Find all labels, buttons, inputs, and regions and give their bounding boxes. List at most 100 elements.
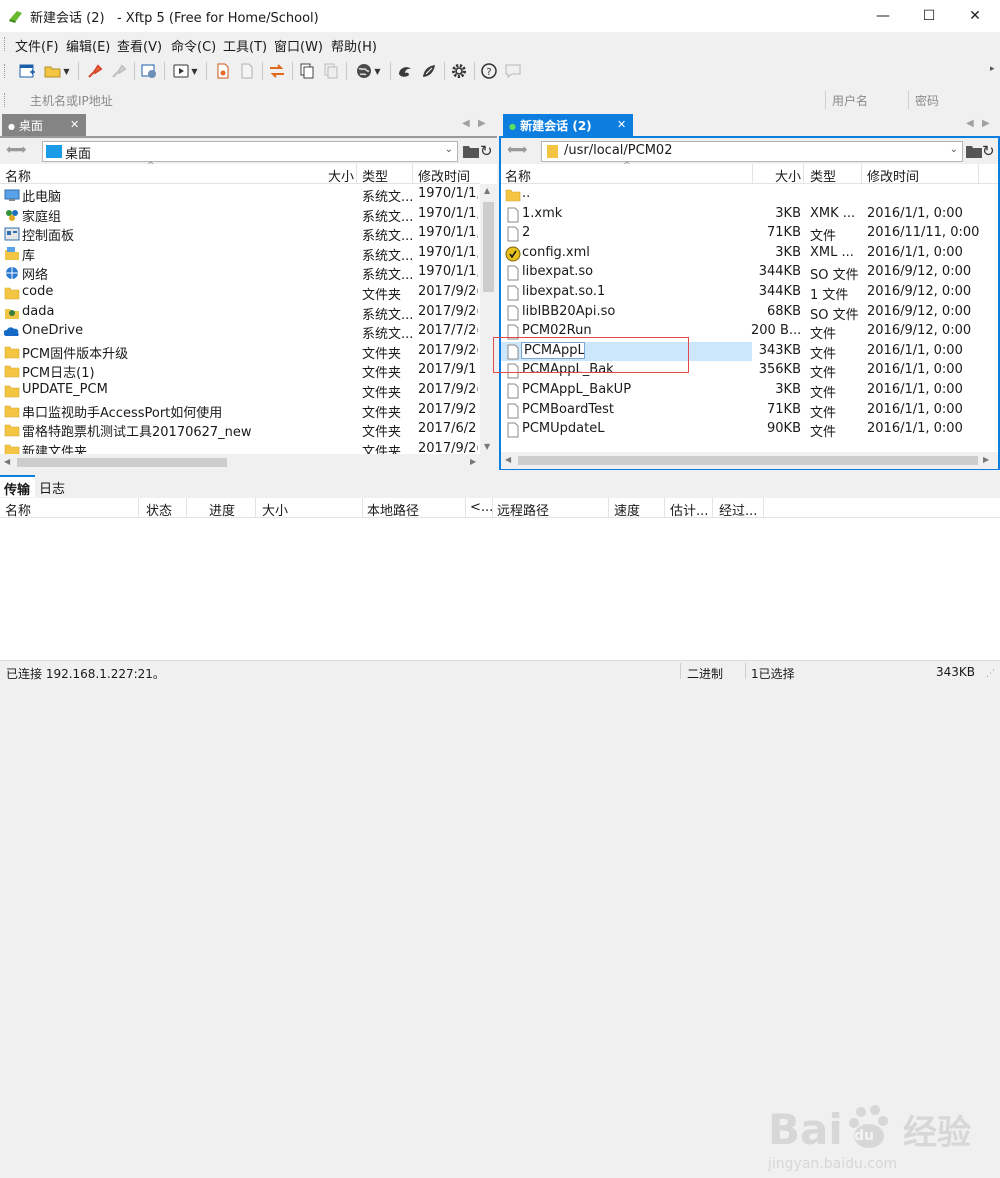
menu-tools[interactable]: 工具(T) [223,36,267,55]
file-row[interactable]: .. [501,184,998,204]
file-row[interactable]: OneDrive 系统文... 2017/7/2( [0,321,480,342]
file-row[interactable]: UPDATE_PCM 文件夹 2017/9/2( [0,380,480,401]
file-row[interactable]: 1.xmk 3KB XMK ... 2016/1/1, 0:00 [501,204,998,224]
menu-file[interactable]: 文件(F) [15,36,59,55]
file-row[interactable]: libexpat.so 344KB SO 文件 2016/9/12, 0:00 [501,262,998,283]
tab-desktop[interactable]: ● 桌面 ✕ [2,114,86,136]
menu-view[interactable]: 查看(V) [117,36,162,55]
settings-button[interactable] [448,59,470,83]
connect-button[interactable] [84,59,106,83]
paste-button[interactable] [320,59,342,83]
col-separator[interactable] [608,498,609,518]
menu-edit[interactable]: 编辑(E) [66,36,110,55]
file-row[interactable]: 2 71KB 文件 2016/11/11, 0:00 [501,223,998,244]
scroll-thumb[interactable] [518,456,978,465]
disconnect-button[interactable] [108,59,130,83]
xshell-button[interactable] [394,59,416,83]
col-separator[interactable] [138,498,139,518]
file-row[interactable]: 库 系统文... 1970/1/1, [0,243,480,264]
file-row[interactable]: 家庭组 系统文... 1970/1/1, [0,204,480,225]
col-modified[interactable]: 修改时间 [867,166,919,185]
col-separator[interactable] [803,164,804,184]
copy-doc-button[interactable] [236,59,258,83]
minimize-button[interactable]: — [860,0,906,32]
tab-close-icon[interactable]: ✕ [617,118,626,131]
refresh-icon[interactable]: ↻ [480,142,493,160]
col-direction[interactable]: <... [470,500,493,515]
local-vertical-scrollbar[interactable]: ▲ ▼ [480,184,497,454]
tab-log[interactable]: 日志 [39,478,65,497]
scroll-right-icon[interactable]: ▶ [983,455,989,464]
file-row[interactable]: libIBB20Api.so 68KB SO 文件 2016/9/12, 0:00 [501,302,998,323]
help-button[interactable]: ? [478,59,500,83]
file-row[interactable]: dada 系统文... 2017/9/2( [0,302,480,323]
globe-button[interactable]: ▼ [350,59,386,83]
col-name[interactable]: 名称 [505,166,531,185]
col-elapsed[interactable]: 经过... [719,500,757,519]
scroll-right-icon[interactable]: ▶ [470,457,476,466]
col-separator[interactable] [664,498,665,518]
scroll-up-icon[interactable]: ▲ [484,186,490,195]
file-row[interactable]: 雷格特跑票机测试工具20170627_new 文件夹 2017/6/2{ [0,419,480,440]
col-size[interactable]: 大小 [262,500,288,519]
col-modified[interactable]: 修改时间 [418,166,470,185]
host-input[interactable]: 主机名或IP地址 [24,88,822,112]
scroll-left-icon[interactable]: ◀ [4,457,10,466]
chat-button[interactable] [502,59,524,83]
col-separator[interactable] [255,498,256,518]
folder-browse-icon[interactable] [462,143,480,159]
tab-scroll-right-icon[interactable]: ▶ [982,118,990,129]
scroll-thumb[interactable] [17,458,227,467]
col-speed[interactable]: 速度 [614,500,640,519]
col-type[interactable]: 类型 [362,166,388,185]
col-progress[interactable]: 进度 [209,500,235,519]
file-row[interactable]: 控制面板 系统文... 1970/1/1, [0,223,480,244]
maximize-button[interactable]: ☐ [906,0,952,32]
local-path-combobox[interactable]: 桌面 ⌄ [42,141,458,162]
col-separator[interactable] [861,164,862,184]
col-type[interactable]: 类型 [810,166,836,185]
tab-scroll-left-icon[interactable]: ◀ [966,118,974,129]
menu-command[interactable]: 命令(C) [171,36,216,55]
col-size[interactable]: 大小 [775,166,801,185]
col-name[interactable]: 名称 [5,166,31,185]
col-separator[interactable] [492,498,493,518]
col-name[interactable]: 名称 [5,500,31,519]
file-row[interactable]: PCMUpdateL 90KB 文件 2016/1/1, 0:00 [501,419,998,440]
file-row[interactable]: PCMAppL_BakUP 3KB 文件 2016/1/1, 0:00 [501,380,998,401]
open-button[interactable]: ▼ [40,59,74,83]
col-estimated[interactable]: 估计... [670,500,708,519]
col-separator[interactable] [752,164,753,184]
properties-button[interactable] [138,59,160,83]
col-separator[interactable] [465,498,466,518]
password-input[interactable]: 密码 [909,88,1000,112]
xftp-logo-button[interactable] [418,59,440,83]
scroll-left-icon[interactable]: ◀ [505,455,511,464]
file-row[interactable]: PCMBoardTest 71KB 文件 2016/1/1, 0:00 [501,400,998,421]
folder-browse-icon[interactable] [965,143,983,159]
local-horizontal-scrollbar[interactable]: ◀ ▶ [0,454,497,471]
col-status[interactable]: 状态 [146,500,172,519]
close-button[interactable]: ✕ [952,0,998,32]
tab-transfer[interactable]: 传输 [0,475,35,498]
file-row[interactable]: code 文件夹 2017/9/2( [0,282,480,303]
col-separator[interactable] [763,498,764,518]
col-remote-path[interactable]: 远程路径 [497,500,549,519]
file-row[interactable]: 串口监视助手AccessPort如何使用 文件夹 2017/9/2{ [0,400,480,421]
play-button[interactable]: ▼ [168,59,202,83]
tab-scroll-right-icon[interactable]: ▶ [478,118,486,129]
remote-path-combobox[interactable]: /usr/local/PCM02 ⌄ [541,141,963,162]
back-forward-arrows-icon[interactable]: ⬅➡ [507,142,528,158]
refresh-icon[interactable]: ↻ [982,142,995,160]
scroll-down-icon[interactable]: ▼ [484,442,490,451]
tab-scroll-left-icon[interactable]: ◀ [462,118,470,129]
tab-close-icon[interactable]: ✕ [70,118,79,131]
back-forward-arrows-icon[interactable]: ⬅➡ [6,142,27,158]
col-separator[interactable] [978,164,979,184]
file-row[interactable]: 此电脑 系统文... 1970/1/1, [0,184,480,205]
col-size[interactable]: 大小 [328,166,354,185]
new-session-button[interactable] [16,59,38,83]
file-row[interactable]: libexpat.so.1 344KB 1 文件 2016/9/12, 0:00 [501,282,998,303]
file-row[interactable]: 网络 系统文... 1970/1/1, [0,262,480,283]
tab-new-session-2[interactable]: ● 新建会话 (2) ✕ [503,114,633,136]
